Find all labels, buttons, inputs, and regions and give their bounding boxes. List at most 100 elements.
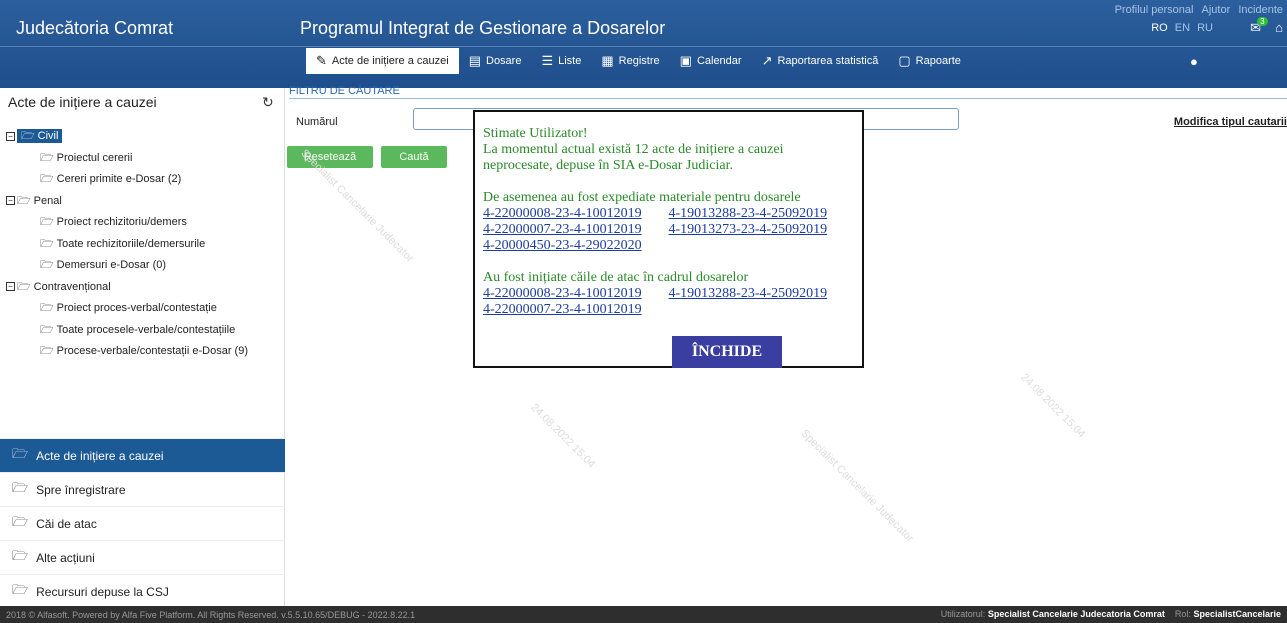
- refresh-icon[interactable]: ↻: [262, 94, 274, 111]
- tree-item[interactable]: 🗁 Toate procesele-verbale/contestațiile: [6, 320, 248, 342]
- role-label: Rol:: [1174, 609, 1191, 619]
- tree-node-label: Civil: [37, 130, 59, 142]
- footer: 2018 © Alfasoft. Powered by Alfa Five Pl…: [0, 606, 1287, 623]
- tab-liste[interactable]: ☰ Liste: [531, 48, 591, 74]
- folder-icon: 🗁: [40, 237, 54, 250]
- tree-item[interactable]: 🗁 Proiect proces-verbal/contestație: [6, 298, 248, 320]
- tab-raportare-statistica[interactable]: ↗ Raportarea statistică: [752, 48, 889, 74]
- tree-item[interactable]: 🗁 Cereri primite e-Dosar (2): [6, 169, 248, 191]
- tab-label: Raportarea statistică: [777, 55, 879, 67]
- user-info: Utilizatorul: Specialist Cancelarie Jude…: [941, 609, 1281, 619]
- top-icons: ✉3 ⌂: [1250, 17, 1283, 36]
- tab-dosare[interactable]: ▤ Dosare: [459, 48, 532, 74]
- sidebar-item-cai-de-atac[interactable]: 🗁 Căi de atac: [0, 506, 285, 540]
- tab-label: Acte de inițiere a cauzei: [331, 55, 449, 67]
- profile-link[interactable]: Profilul personal: [1115, 4, 1194, 16]
- folder-icon: 🗁: [21, 130, 35, 142]
- filter-divider: [289, 98, 1287, 99]
- user-value: Specialist Cancelarie Judecatoria Comrat: [987, 609, 1165, 619]
- folder-icon: 🗁: [40, 323, 54, 336]
- case-link[interactable]: 4-20000450-23-4-29022020: [483, 238, 673, 254]
- collapse-icon[interactable]: −: [6, 282, 15, 292]
- appeal-link[interactable]: 4-22000007-23-4-10012019: [483, 302, 673, 318]
- appeal-link[interactable]: 4-19013288-23-4-25092019: [669, 286, 855, 302]
- tree-node-civil[interactable]: − 🗁 Civil: [6, 126, 248, 148]
- top-header: Judecătoria Comrat Programul Integrat de…: [0, 0, 1287, 88]
- copyright: 2018 © Alfasoft. Powered by Alfa Five Pl…: [6, 609, 416, 620]
- sidebar-item-spre-inregistrare[interactable]: 🗁 Spre înregistrare: [0, 472, 285, 506]
- number-label: Numărul: [296, 116, 338, 128]
- sidebar-item-label: Acte de inițiere a cauzei: [36, 448, 164, 463]
- lang-ru[interactable]: RU: [1197, 22, 1213, 34]
- modal-line: neprocesate, depuse în SIA e-Dosar Judic…: [483, 158, 733, 173]
- tree-item-label: Proiect rechizitoriu/demers: [56, 216, 187, 228]
- edit-doc-icon: ✎: [316, 53, 327, 68]
- chat-icon[interactable]: ●: [1190, 54, 1198, 69]
- folder-icon: 🗁: [40, 345, 54, 357]
- sidebar-item-label: Spre înregistrare: [36, 482, 126, 497]
- tree-item-label: Demersuri e-Dosar (0): [56, 259, 167, 271]
- watermark: 24.08.2022 15:04: [528, 401, 597, 470]
- tab-calendar[interactable]: ▣ Calendar: [670, 48, 752, 74]
- tab-label: Registre: [618, 55, 660, 67]
- tab-label: Rapoarte: [915, 55, 961, 67]
- tree-item[interactable]: 🗁 Procese-verbale/contestații e-Dosar (9): [6, 341, 248, 363]
- tab-acte-initiere[interactable]: ✎ Acte de inițiere a cauzei: [306, 48, 459, 74]
- reset-button[interactable]: Resetează: [287, 146, 373, 168]
- folder-icon: 🗁: [40, 216, 54, 228]
- appeal-link[interactable]: 4-22000008-23-4-10012019: [483, 286, 669, 302]
- tree-node-contraventional[interactable]: − 🗁 Contravențional: [6, 277, 248, 299]
- watermark: 24.08.2022 15:04: [1018, 371, 1087, 440]
- case-link[interactable]: 4-22000008-23-4-10012019: [483, 206, 669, 222]
- tree-node-penal[interactable]: − 🗁 Penal: [6, 191, 248, 213]
- folder-icon: 🗁: [12, 445, 29, 461]
- sidebar-item-acte[interactable]: 🗁 Acte de inițiere a cauzei: [0, 438, 285, 472]
- modal-greeting: Stimate Utilizator!: [483, 126, 588, 141]
- tree-item[interactable]: 🗁 Proiectul cererii: [6, 148, 248, 170]
- collapse-icon[interactable]: −: [6, 131, 15, 141]
- sidebar-item-recursuri[interactable]: 🗁 Recursuri depuse la CSJ: [0, 574, 285, 608]
- tab-registre[interactable]: ▦ Registre: [591, 48, 669, 74]
- folder-icon: 🗁: [40, 173, 54, 185]
- calendar-icon: ▣: [679, 53, 692, 68]
- role-value: SpecialistCancelarie: [1193, 609, 1281, 619]
- modal-line: Au fost inițiate căile de atac în cadrul…: [483, 270, 749, 285]
- main-nav: ✎ Acte de inițiere a cauzei ▤ Dosare ☰ List…: [306, 48, 971, 74]
- tree-node-label: Penal: [33, 194, 62, 207]
- lang-ro[interactable]: RO: [1151, 22, 1168, 34]
- incidents-link[interactable]: Incidente: [1238, 4, 1283, 16]
- tree-item[interactable]: 🗁 Demersuri e-Dosar (0): [6, 255, 248, 277]
- folder-icon: 🗁: [40, 302, 54, 314]
- watermark-text: 24.08.2022 15:04: [528, 401, 598, 471]
- tree-item-label: Proiect proces-verbal/contestație: [56, 302, 217, 314]
- sidebar: Acte de inițiere a cauzei ↻ − 🗁 Civil 🗁 Pro…: [0, 88, 285, 606]
- sidebar-nav: 🗁 Acte de inițiere a cauzei 🗁 Spre înregis…: [0, 438, 285, 608]
- case-link[interactable]: 4-19013288-23-4-25092019: [669, 206, 855, 222]
- tab-rapoarte[interactable]: ▢ Rapoarte: [888, 48, 971, 74]
- tree-item[interactable]: 🗁 Toate rechizitoriile/demersurile: [6, 234, 248, 256]
- search-button[interactable]: Caută: [381, 146, 447, 168]
- folder-icon: 🗁: [12, 547, 29, 563]
- folder-icon: 🗁: [12, 479, 29, 495]
- report-icon: ▢: [898, 53, 911, 68]
- collapse-icon[interactable]: −: [6, 196, 15, 206]
- help-link[interactable]: Ajutor: [1202, 4, 1231, 16]
- watermark: Specialist Cancelarie Judecator: [798, 427, 915, 544]
- case-link[interactable]: 4-22000007-23-4-10012019: [483, 222, 669, 238]
- user-label: Utilizatorul:: [940, 609, 986, 619]
- sidebar-item-alte-actiuni[interactable]: 🗁 Alte acțiuni: [0, 540, 285, 574]
- watermark-text: Specialist Cancelarie Judecator: [798, 427, 916, 545]
- tree-node-label: Contravențional: [33, 280, 111, 293]
- case-link[interactable]: 4-19013273-23-4-25092019: [669, 222, 855, 238]
- folder-icon: 🗁: [12, 581, 29, 597]
- header-divider: [0, 46, 1287, 47]
- close-button[interactable]: ÎNCHIDE: [672, 336, 782, 368]
- tree-item-label: Cereri primite e-Dosar (2): [56, 173, 182, 185]
- lang-en[interactable]: EN: [1175, 22, 1190, 34]
- modify-search-type-link[interactable]: Modifica tipul cautarii: [1174, 116, 1287, 128]
- tree-item[interactable]: 🗁 Proiect rechizitoriu/demers: [6, 212, 248, 234]
- tab-label: Dosare: [486, 55, 522, 67]
- chart-icon: ↗: [761, 53, 773, 68]
- notification-badge: 3: [1257, 17, 1268, 26]
- home-icon[interactable]: ⌂: [1275, 20, 1283, 35]
